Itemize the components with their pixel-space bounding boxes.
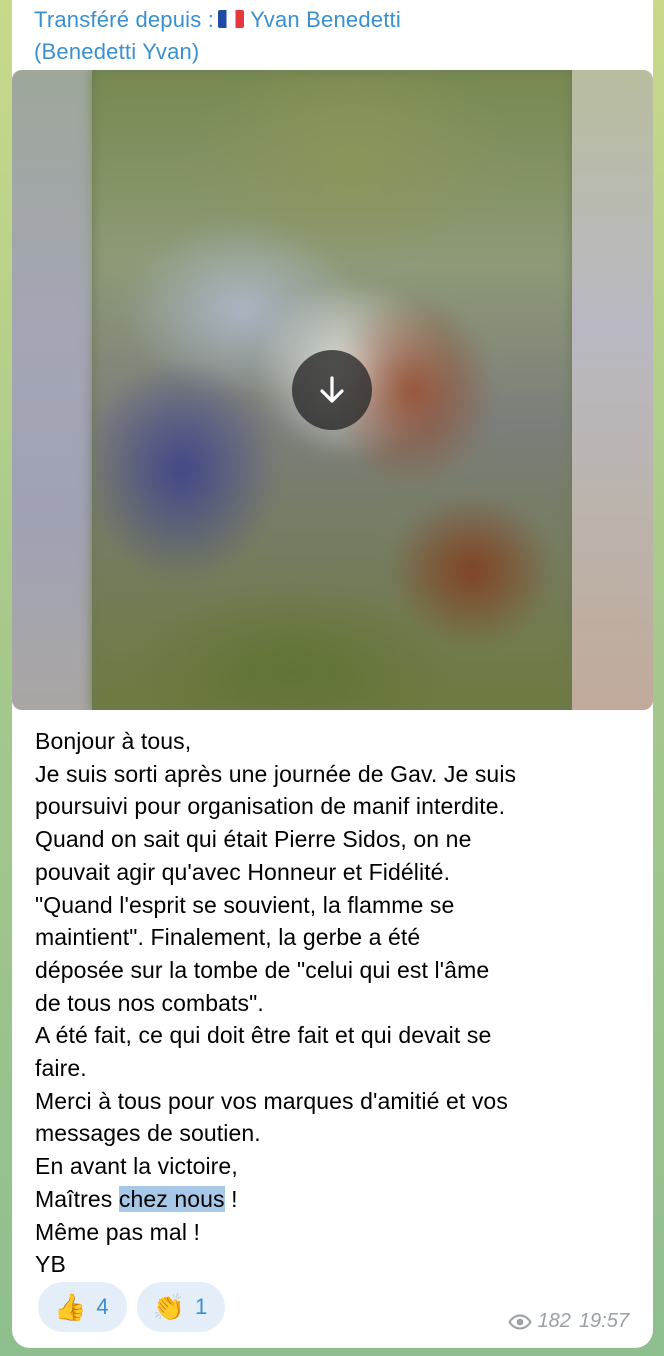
download-button[interactable] (292, 350, 372, 430)
selected-text-highlight[interactable]: chez nous (118, 1185, 225, 1212)
message-line-maitres: Maîtres chez nous ! (35, 1183, 635, 1216)
message-line: faire. (35, 1055, 87, 1082)
message-line: Je suis sorti après une journée de Gav. … (35, 760, 517, 787)
message-line: pouvait agir qu'avec Honneur et Fidélité… (35, 858, 451, 885)
message-line: de tous nos combats". (35, 989, 264, 1016)
message-line: Merci à tous pour vos marques d'amitié e… (35, 1087, 508, 1114)
message-line: Bonjour à tous, (35, 728, 192, 754)
view-count: 182 (537, 1310, 571, 1332)
message-bubble: Transféré depuis : Yvan Benedetti (Benede… (12, 0, 653, 1348)
message-text: Bonjour à tous, Je suis sorti après une … (35, 725, 635, 1281)
message-line: En avant la victoire, (35, 1153, 238, 1180)
reactions-bar: 👍 4 👏 1 (38, 1282, 226, 1332)
forwarded-line-1: Transféré depuis : Yvan Benedetti (34, 4, 634, 36)
media-blur-right (572, 70, 653, 710)
message-line: A été fait, ce qui doit être fait et qui… (35, 1022, 492, 1049)
message-line: poursuivi pour organisation de manif int… (35, 793, 506, 820)
french-flag-icon (218, 10, 245, 28)
message-time: 19:57 (578, 1310, 629, 1332)
reaction-count: 4 (96, 1294, 109, 1319)
reaction-thumbs-up[interactable]: 👍 4 (38, 1282, 127, 1332)
forwarded-prefix: Transféré depuis : (34, 7, 215, 32)
message-line: messages de soutien. (35, 1120, 261, 1147)
message-line: "Quand l'esprit se souvient, la flamme s… (35, 891, 455, 918)
forwarded-name[interactable]: Yvan Benedetti (250, 7, 401, 32)
reaction-count: 1 (195, 1294, 208, 1319)
maitres-prefix: Maîtres (35, 1185, 119, 1212)
thumbs-up-icon: 👍 (54, 1292, 87, 1322)
media-blur-left (12, 70, 92, 710)
reaction-clapping[interactable]: 👏 1 (136, 1282, 226, 1332)
message-line: Même pas mal ! (35, 1218, 201, 1245)
forwarded-header[interactable]: Transféré depuis : Yvan Benedetti (Benede… (34, 4, 634, 68)
clapping-hands-icon: 👏 (152, 1292, 185, 1322)
forwarded-name-line-2[interactable]: (Benedetti Yvan) (34, 36, 634, 68)
message-line: Quand on sait qui était Pierre Sidos, on… (35, 826, 472, 853)
eye-icon (507, 1313, 532, 1330)
arrow-down-icon (320, 376, 344, 403)
message-signature: YB (35, 1251, 66, 1278)
message-line: maintient". Finalement, la gerbe a été (35, 924, 421, 951)
message-line: déposée sur la tombe de "celui qui est l… (35, 956, 490, 983)
video-thumbnail[interactable] (12, 70, 653, 710)
message-meta: 182 19:57 (507, 1310, 629, 1333)
maitres-suffix: ! (224, 1185, 238, 1212)
